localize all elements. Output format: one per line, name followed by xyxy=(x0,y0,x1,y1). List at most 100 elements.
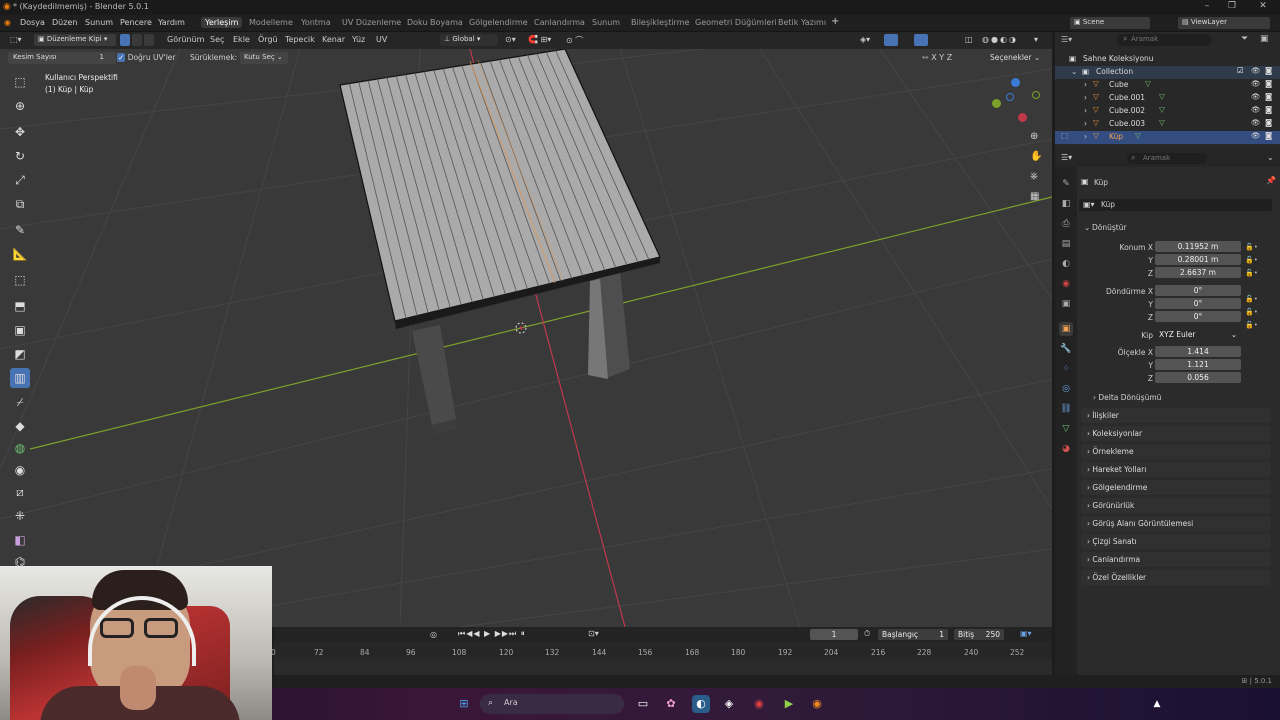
eye-icon[interactable]: 👁 xyxy=(1251,105,1261,114)
pin-icon[interactable]: 📌 xyxy=(1266,176,1276,185)
scale-icon[interactable]: ⤢ xyxy=(10,170,30,190)
overlay-toggle-icon[interactable] xyxy=(914,34,928,46)
location-x-field[interactable]: 0.11952 m xyxy=(1155,241,1241,252)
steam-icon[interactable]: ◈ xyxy=(720,695,738,713)
rotation-y-field[interactable]: 0° xyxy=(1155,298,1241,309)
menu-window[interactable]: Pencere xyxy=(120,18,152,27)
edit-mode-icon[interactable]: ⬚ xyxy=(1061,131,1068,140)
outliner-root-row[interactable]: ▣ Sahne Koleksiyonu xyxy=(1055,53,1280,66)
3d-viewport[interactable]: Kesim Sayısı 1 ✓ Doğru UV'ler Sürüklemek:… xyxy=(0,49,1052,627)
render-tab-icon[interactable]: ◧ xyxy=(1059,197,1073,211)
keyframe-toggle-icon[interactable]: ◎ xyxy=(430,630,437,639)
tab-scripting[interactable]: Betik Yazımı xyxy=(774,17,830,28)
scale-y-field[interactable]: 1.121 xyxy=(1155,359,1241,370)
pan-hand-icon[interactable]: ✋ xyxy=(1030,151,1042,162)
properties-editor-icon[interactable]: ☰▾ xyxy=(1061,153,1072,162)
properties-search-input[interactable]: Aramak xyxy=(1127,153,1207,164)
output-tab-icon[interactable]: ⎙ xyxy=(1059,217,1073,231)
lock-icon[interactable]: 🔓• xyxy=(1245,321,1258,329)
tab-sculpting[interactable]: Yontma xyxy=(297,17,335,28)
bevel-icon[interactable]: ◩ xyxy=(10,344,30,364)
collection-tab-icon[interactable]: ▣ xyxy=(1059,297,1073,311)
current-frame-field[interactable]: 1 xyxy=(810,629,858,640)
camera-icon[interactable]: ◙ xyxy=(1265,131,1272,140)
spin-icon[interactable]: ◍ xyxy=(10,438,30,458)
smooth-icon[interactable]: ◉ xyxy=(10,460,30,480)
tray-icon[interactable]: ▲ xyxy=(1148,695,1166,713)
tab-uv-editing[interactable]: UV Düzenleme xyxy=(338,17,405,28)
transform-orientation[interactable]: ⊥ Global ▾ xyxy=(440,34,498,46)
mode-selector[interactable]: ▣ Düzenleme Kipi ▾ xyxy=(34,34,116,46)
menu-view[interactable]: Görünüm xyxy=(167,35,204,44)
rotation-x-field[interactable]: 0° xyxy=(1155,285,1241,296)
tab-rendering[interactable]: Sunum xyxy=(588,17,624,28)
lock-icon[interactable]: 🔓• xyxy=(1245,243,1258,251)
lock-icon[interactable]: 🔓• xyxy=(1245,295,1258,303)
panel-visibility[interactable]: › Görünürlük xyxy=(1081,498,1271,513)
vertex-select-icon[interactable] xyxy=(120,34,130,46)
taskbar-search-input[interactable]: Ara xyxy=(480,694,624,714)
tab-shading[interactable]: Gölgelendirme xyxy=(465,17,532,28)
eye-icon[interactable]: 👁 xyxy=(1251,79,1261,88)
panel-collections[interactable]: › Koleksiyonlar xyxy=(1081,426,1271,441)
sync-icon[interactable]: ▣▾ xyxy=(1020,629,1032,638)
camera-icon[interactable]: ◙ xyxy=(1265,118,1272,127)
annotate-icon[interactable]: ✎ xyxy=(10,220,30,240)
camera-icon[interactable]: ◙ xyxy=(1265,105,1272,114)
start-frame-field[interactable]: Başlangıç 1 xyxy=(878,629,948,640)
browser-icon[interactable]: ◐ xyxy=(692,695,710,713)
scale-x-field[interactable]: 1.414 xyxy=(1155,346,1241,357)
pivot-icon[interactable]: ⊙▾ xyxy=(505,35,516,44)
filter-icon[interactable]: ⏷ xyxy=(1241,34,1248,44)
maximize-icon[interactable]: ❐ xyxy=(1225,1,1239,11)
shear-icon[interactable]: ◧ xyxy=(10,530,30,550)
object-tab-icon[interactable]: ▣ xyxy=(1059,322,1073,336)
drag-mode-dropdown[interactable]: Kutu Seç ⌄ xyxy=(240,52,288,64)
mirror-axes[interactable]: ⇿ X Y Z xyxy=(922,53,952,62)
tab-texture-paint[interactable]: Doku Boyama xyxy=(403,17,467,28)
lock-icon[interactable]: 🔓• xyxy=(1245,256,1258,264)
outliner-editor-icon[interactable]: ☰▾ xyxy=(1061,35,1072,44)
blender-taskbar-icon[interactable]: ◉ xyxy=(808,695,826,713)
world-tab-icon[interactable]: ◉ xyxy=(1059,277,1073,291)
delta-transform-panel[interactable]: › Delta Dönüşümü xyxy=(1093,393,1161,402)
loop-cut-icon[interactable]: ▥ xyxy=(10,368,30,388)
close-icon[interactable]: ✕ xyxy=(1256,1,1270,11)
panel-relations[interactable]: › İlişkiler xyxy=(1081,408,1271,423)
outliner-collection-row[interactable]: ⌄ ▣ Collection ☑ 👁 ◙ xyxy=(1055,66,1280,79)
outliner-item-cube[interactable]: › ▽ Cube ▽ 👁 ◙ xyxy=(1055,79,1280,92)
lock-icon[interactable]: 🔓• xyxy=(1245,308,1258,316)
panel-instancing[interactable]: › Örnekleme xyxy=(1081,444,1271,459)
gizmo-toggle-icon[interactable] xyxy=(884,34,898,46)
menu-uv[interactable]: UV xyxy=(376,35,387,44)
move-icon[interactable]: ✥ xyxy=(10,122,30,142)
view-layer-selector[interactable]: ▤ ViewLayer xyxy=(1178,17,1270,29)
inset-icon[interactable]: ▣ xyxy=(10,320,30,340)
panel-motion-paths[interactable]: › Hareket Yolları xyxy=(1081,462,1271,477)
lock-icon[interactable]: 🔓• xyxy=(1245,269,1258,277)
task-view-icon[interactable]: ▭ xyxy=(634,695,652,713)
proportional-edit-icon[interactable]: ⊙ ⌒ xyxy=(566,35,583,46)
panel-animation[interactable]: › Canlandırma xyxy=(1081,552,1271,567)
constraints-tab-icon[interactable]: ⛓ xyxy=(1059,402,1073,416)
visibility-icon[interactable]: ◈▾ xyxy=(860,35,870,44)
scene-tab-icon[interactable]: ◐ xyxy=(1059,257,1073,271)
editor-type-icon[interactable]: ⬚▾ xyxy=(10,35,22,44)
extrude-icon[interactable]: ⬒ xyxy=(10,296,30,316)
shrink-fatten-icon[interactable]: ⁜ xyxy=(10,506,30,526)
menu-render[interactable]: Sunum xyxy=(85,18,113,27)
outliner-item-kup[interactable]: ⬚ › ▽ Küp ▽ 👁 ◙ xyxy=(1055,131,1280,144)
camera-icon[interactable]: ◙ xyxy=(1265,92,1272,101)
rotate-icon[interactable]: ↻ xyxy=(10,146,30,166)
app-icon[interactable]: ▶ xyxy=(780,695,798,713)
eye-icon[interactable]: 👁 xyxy=(1251,118,1261,127)
scene-selector[interactable]: ▣ Scene xyxy=(1070,17,1150,29)
new-collection-icon[interactable]: ▣ xyxy=(1260,34,1269,44)
tab-animation[interactable]: Canlandırma xyxy=(530,17,589,28)
view-layer-tab-icon[interactable]: ▤ xyxy=(1059,237,1073,251)
minimize-icon[interactable]: – xyxy=(1200,1,1214,11)
panel-shading[interactable]: › Gölgelendirme xyxy=(1081,480,1271,495)
timeline-track[interactable] xyxy=(274,659,1052,675)
camera-icon[interactable]: ◙ xyxy=(1265,79,1272,88)
location-y-field[interactable]: 0.28001 m xyxy=(1155,254,1241,265)
